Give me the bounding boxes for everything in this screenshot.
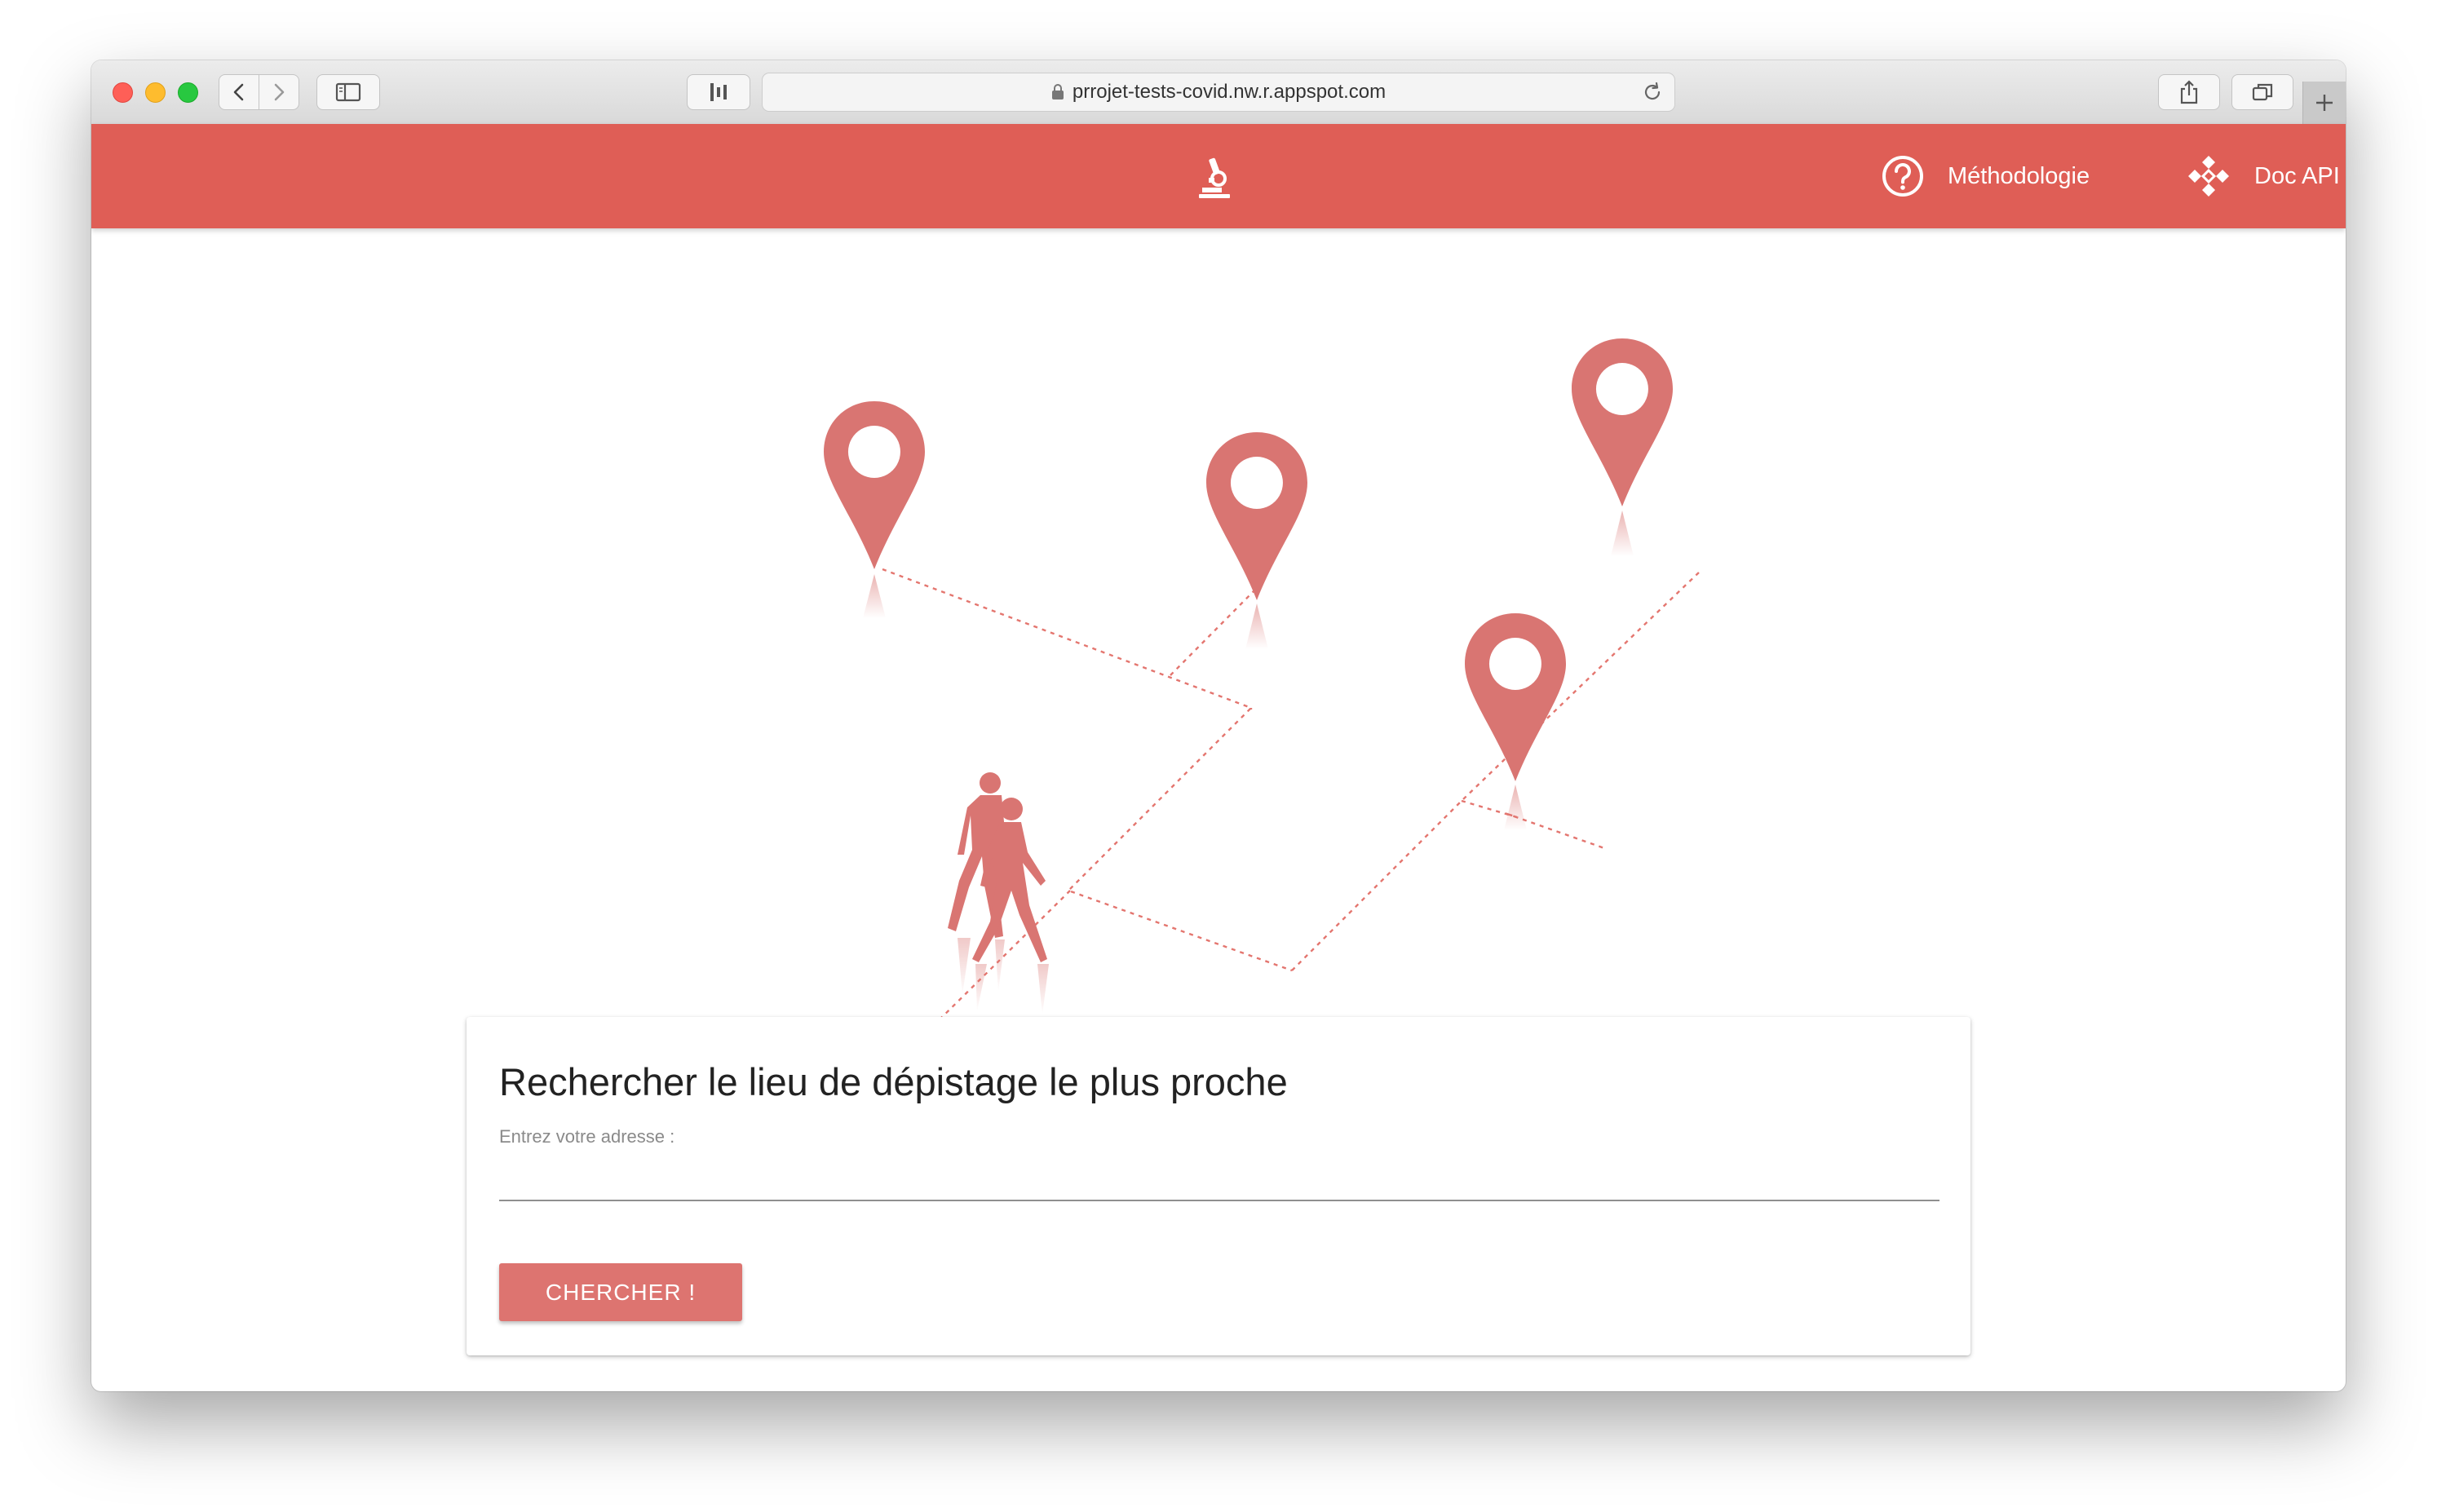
forward-button[interactable] (259, 74, 299, 110)
back-button[interactable] (219, 74, 259, 110)
tab-overview-button[interactable] (2231, 74, 2293, 110)
browser-toolbar: prrojet-tests-covid.nw.r.appspot.com (91, 60, 2346, 125)
zoom-window-button[interactable] (178, 82, 198, 103)
reader-button[interactable] (687, 74, 750, 110)
address-bar[interactable]: prrojet-tests-covid.nw.r.appspot.com (762, 73, 1675, 112)
lock-icon (1051, 84, 1064, 99)
map-pin-icon (1465, 613, 1566, 830)
map-pin-icon (1572, 338, 1673, 556)
reload-icon[interactable] (1642, 82, 1663, 103)
map-pin-icon (824, 401, 925, 618)
hero-illustration (824, 338, 1701, 1028)
share-icon (2180, 80, 2198, 104)
nav-doc-api[interactable]: Doc API (2186, 148, 2340, 204)
nav-methodologie[interactable]: Méthodologie (1881, 148, 2090, 204)
browser-window: prrojet-tests-covid.nw.r.appspot.com Mét… (91, 60, 2346, 1391)
app-header: Méthodologie Doc API (91, 124, 2346, 228)
nav-doc-api-label: Doc API (2254, 162, 2340, 189)
search-button[interactable]: CHERCHER ! (499, 1263, 742, 1321)
share-button[interactable] (2158, 74, 2220, 110)
search-title: Rechercher le lieu de dépistage le plus … (499, 1060, 1288, 1103)
plus-icon (2316, 95, 2333, 111)
close-window-button[interactable] (113, 82, 133, 103)
search-card: Rechercher le lieu de dépistage le plus … (467, 1017, 1970, 1355)
tabs-overview-icon (2252, 83, 2273, 101)
chevron-right-icon (274, 83, 285, 101)
minimize-window-button[interactable] (145, 82, 166, 103)
nav-methodologie-label: Méthodologie (1948, 162, 2090, 189)
url-text: prrojet-tests-covid.nw.r.appspot.com (1072, 81, 1387, 103)
chevron-left-icon (233, 83, 244, 101)
people-walking-icon (948, 772, 1047, 962)
address-input[interactable] (499, 1147, 1939, 1201)
help-circle-icon (1882, 156, 1923, 197)
map-pin-icon (1206, 432, 1307, 649)
api-icon (2188, 156, 2229, 197)
sidebar-icon (335, 82, 361, 102)
address-field-label: Entrez votre adresse : (499, 1126, 675, 1147)
reader-icon (710, 83, 727, 101)
new-tab-button[interactable] (2302, 82, 2346, 124)
microscope-icon[interactable] (1197, 157, 1232, 199)
route-lines (882, 568, 1701, 1028)
sidebar-toggle-button[interactable] (316, 74, 380, 110)
